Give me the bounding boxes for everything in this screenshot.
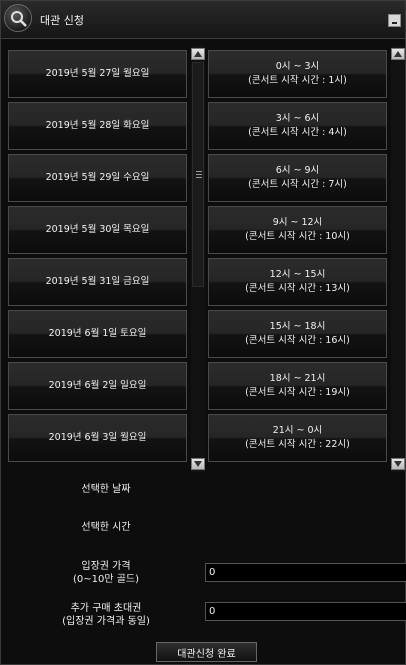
date-label: 2019년 6월 3일 월요일	[48, 432, 147, 443]
invites-label: 추가 구매 초대권 (입장권 가격과 동일)	[31, 602, 181, 628]
date-label: 2019년 6월 1일 토요일	[48, 328, 147, 339]
arrow-up-icon	[194, 51, 202, 57]
date-item[interactable]: 2019년 5월 27일 월요일	[8, 50, 187, 98]
scroll-thumb[interactable]	[192, 62, 204, 287]
concert-start: (콘서트 시작 시간 : 10시)	[245, 231, 350, 242]
grip-icon	[196, 171, 202, 178]
date-item[interactable]: 2019년 5월 30일 목요일	[8, 206, 187, 254]
date-item[interactable]: 2019년 6월 1일 토요일	[8, 310, 187, 358]
date-label: 2019년 6월 2일 일요일	[48, 380, 147, 391]
date-list-scrollbar[interactable]	[191, 46, 205, 472]
arrow-down-icon	[394, 461, 402, 467]
scroll-up-button[interactable]	[191, 48, 205, 60]
ticket-price-input[interactable]	[205, 563, 406, 582]
time-item[interactable]: 0시 ~ 3시 (콘서트 시작 시간 : 1시)	[208, 50, 387, 98]
scroll-down-button[interactable]	[191, 458, 205, 470]
window-title: 대관 신청	[40, 14, 84, 27]
time-item[interactable]: 21시 ~ 0시 (콘서트 시작 시간 : 22시)	[208, 414, 387, 462]
concert-start: (콘서트 시작 시간 : 19시)	[245, 387, 350, 398]
minimize-button[interactable]	[388, 14, 401, 27]
invites-input[interactable]	[205, 602, 406, 621]
time-list-scrollbar[interactable]	[391, 46, 405, 472]
time-range: 0시 ~ 3시	[275, 61, 320, 72]
time-item[interactable]: 12시 ~ 15시 (콘서트 시작 시간 : 13시)	[208, 258, 387, 306]
selected-date-label: 선택한 날짜	[81, 484, 131, 495]
time-range: 3시 ~ 6시	[275, 113, 320, 124]
concert-start: (콘서트 시작 시간 : 7시)	[248, 179, 347, 190]
time-item[interactable]: 9시 ~ 12시 (콘서트 시작 시간 : 10시)	[208, 206, 387, 254]
time-item[interactable]: 3시 ~ 6시 (콘서트 시작 시간 : 4시)	[208, 102, 387, 150]
concert-start: (콘서트 시작 시간 : 16시)	[245, 335, 350, 346]
date-label: 2019년 5월 30일 목요일	[45, 224, 150, 235]
invites-title: 추가 구매 초대권	[70, 603, 142, 614]
ticket-price-title: 입장권 가격	[81, 561, 131, 572]
arrow-down-icon	[194, 461, 202, 467]
date-label: 2019년 5월 31일 금요일	[45, 276, 150, 287]
time-range: 12시 ~ 15시	[269, 269, 326, 280]
time-item[interactable]: 15시 ~ 18시 (콘서트 시작 시간 : 16시)	[208, 310, 387, 358]
concert-start: (콘서트 시작 시간 : 13시)	[245, 283, 350, 294]
date-label: 2019년 5월 28일 화요일	[45, 120, 150, 131]
time-list: 0시 ~ 3시 (콘서트 시작 시간 : 1시) 3시 ~ 6시 (콘서트 시작 시…	[208, 46, 388, 472]
concert-start: (콘서트 시작 시간 : 1시)	[248, 75, 347, 86]
date-item[interactable]: 2019년 5월 31일 금요일	[8, 258, 187, 306]
submit-rental-button[interactable]: 대관신청 완료	[156, 642, 257, 662]
date-item[interactable]: 2019년 6월 2일 일요일	[8, 362, 187, 410]
time-range: 9시 ~ 12시	[272, 217, 323, 228]
date-item[interactable]: 2019년 5월 29일 수요일	[8, 154, 187, 202]
date-label: 2019년 5월 29일 수요일	[45, 172, 150, 183]
date-label: 2019년 5월 27일 월요일	[45, 68, 150, 79]
date-list: 2019년 5월 27일 월요일 2019년 5월 28일 화요일 2019년 …	[8, 46, 188, 472]
concert-start: (콘서트 시작 시간 : 4시)	[248, 127, 347, 138]
time-item[interactable]: 6시 ~ 9시 (콘서트 시작 시간 : 7시)	[208, 154, 387, 202]
concert-start: (콘서트 시작 시간 : 22시)	[245, 439, 350, 450]
ticket-price-range: (0~10만 골드)	[72, 574, 140, 585]
arrow-up-icon	[394, 51, 402, 57]
time-item[interactable]: 18시 ~ 21시 (콘서트 시작 시간 : 19시)	[208, 362, 387, 410]
date-item[interactable]: 2019년 5월 28일 화요일	[8, 102, 187, 150]
time-range: 21시 ~ 0시	[272, 425, 323, 436]
time-range: 6시 ~ 9시	[275, 165, 320, 176]
scroll-down-button[interactable]	[391, 458, 405, 470]
ticket-price-label: 입장권 가격 (0~10만 골드)	[31, 560, 181, 586]
date-item[interactable]: 2019년 6월 3일 월요일	[8, 414, 187, 462]
selected-time-label: 선택한 시간	[81, 522, 131, 533]
magnifier-icon	[4, 4, 32, 32]
title-bar[interactable]: 대관 신청	[1, 1, 405, 39]
invites-note: (입장권 가격과 동일)	[62, 616, 150, 627]
scroll-up-button[interactable]	[391, 48, 405, 60]
time-range: 15시 ~ 18시	[269, 321, 326, 332]
rental-request-window: 대관 신청 2019년 5월 27일 월요일 2019년 5월 28일 화요일 …	[0, 0, 406, 665]
time-range: 18시 ~ 21시	[269, 373, 326, 384]
